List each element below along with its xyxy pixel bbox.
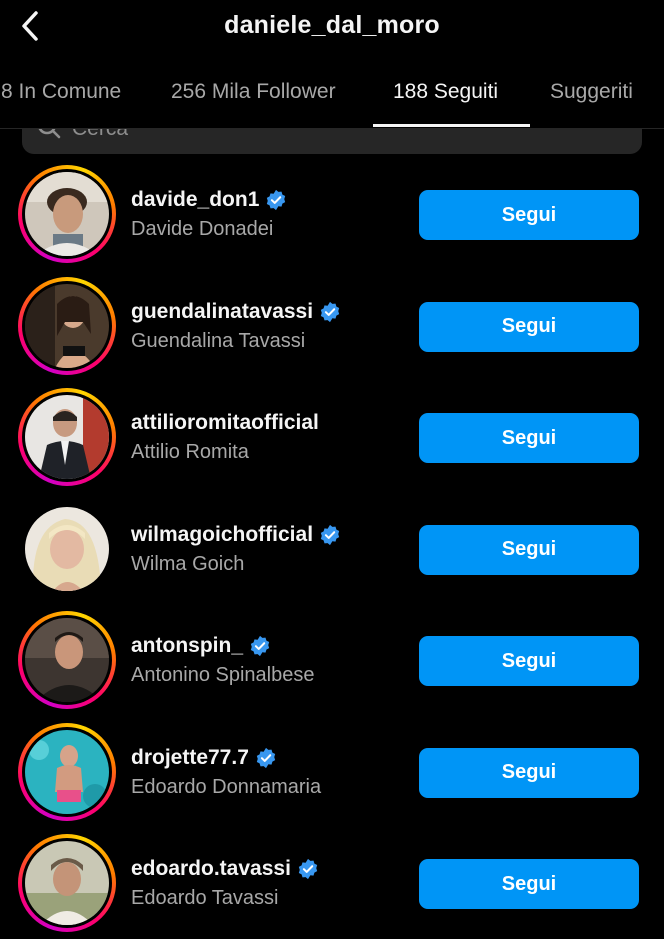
story-ring[interactable] bbox=[18, 388, 116, 486]
following-list: davide_don1 Davide Donadei Segui guendal… bbox=[0, 158, 664, 939]
avatar bbox=[25, 841, 109, 925]
verified-badge-icon bbox=[255, 747, 277, 769]
username[interactable]: antonspin_ bbox=[131, 634, 243, 658]
full-name: Attilio Romita bbox=[131, 441, 249, 463]
story-ring[interactable] bbox=[18, 276, 116, 375]
verified-badge-icon bbox=[319, 524, 341, 546]
avatar-frame[interactable] bbox=[18, 500, 116, 598]
full-name: Antonino Spinalbese bbox=[131, 664, 315, 686]
avatar bbox=[25, 506, 109, 591]
story-ring[interactable] bbox=[18, 722, 116, 821]
list-item[interactable]: antonspin_ Antonino Spinalbese Segui bbox=[0, 604, 664, 716]
tab-bar: 8 In Comune 256 Mila Follower 188 Seguit… bbox=[0, 60, 664, 129]
tab-suggeriti[interactable]: Suggeriti bbox=[550, 80, 633, 104]
full-name: Wilma Goich bbox=[131, 552, 245, 575]
username[interactable]: attilioromitaofficial bbox=[131, 411, 319, 435]
avatar bbox=[25, 283, 109, 368]
avatar bbox=[25, 729, 109, 814]
verified-badge-icon bbox=[319, 301, 341, 323]
username[interactable]: drojette77.7 bbox=[131, 746, 249, 770]
page-title: daniele_dal_moro bbox=[224, 11, 440, 39]
list-item[interactable]: drojette77.7 Edoardo Donnamaria Segui bbox=[0, 716, 664, 828]
follow-button[interactable]: Segui bbox=[419, 524, 639, 575]
username[interactable]: guendalinatavassi bbox=[131, 300, 313, 324]
avatar bbox=[25, 395, 109, 479]
tab-seguiti[interactable]: 188 Seguiti bbox=[393, 80, 498, 104]
username[interactable]: davide_don1 bbox=[131, 188, 259, 212]
story-ring[interactable] bbox=[18, 165, 116, 263]
full-name: Edoardo Donnamaria bbox=[131, 775, 322, 798]
tab-in-comune[interactable]: 8 In Comune bbox=[1, 80, 121, 104]
full-name: Guendalina Tavassi bbox=[131, 329, 306, 352]
username[interactable]: edoardo.tavassi bbox=[131, 857, 291, 881]
avatar bbox=[25, 172, 109, 256]
avatar bbox=[25, 618, 109, 702]
full-name: Edoardo Tavassi bbox=[131, 887, 279, 909]
story-ring[interactable] bbox=[18, 611, 116, 709]
top-bar: daniele_dal_moro bbox=[0, 0, 664, 56]
verified-badge-icon bbox=[297, 858, 319, 880]
username[interactable]: wilmagoichofficial bbox=[131, 523, 313, 547]
active-tab-indicator bbox=[373, 124, 530, 127]
story-ring[interactable] bbox=[18, 834, 116, 932]
follow-button[interactable]: Segui bbox=[419, 190, 639, 240]
tab-follower[interactable]: 256 Mila Follower bbox=[171, 80, 336, 104]
follow-button[interactable]: Segui bbox=[419, 859, 639, 909]
list-item[interactable]: davide_don1 Davide Donadei Segui bbox=[0, 158, 664, 270]
list-item[interactable]: guendalinatavassi Guendalina Tavassi Seg… bbox=[0, 270, 664, 382]
verified-badge-icon bbox=[249, 635, 271, 657]
list-item[interactable]: edoardo.tavassi Edoardo Tavassi Segui bbox=[0, 827, 664, 939]
list-item[interactable]: attilioromitaofficial Attilio Romita Seg… bbox=[0, 381, 664, 493]
list-item[interactable]: wilmagoichofficial Wilma Goich Segui bbox=[0, 493, 664, 605]
follow-button[interactable]: Segui bbox=[419, 636, 639, 686]
full-name: Davide Donadei bbox=[131, 218, 274, 240]
verified-badge-icon bbox=[265, 189, 287, 211]
follow-button[interactable]: Segui bbox=[419, 747, 639, 798]
follow-button[interactable]: Segui bbox=[419, 301, 639, 352]
follow-button[interactable]: Segui bbox=[419, 413, 639, 463]
